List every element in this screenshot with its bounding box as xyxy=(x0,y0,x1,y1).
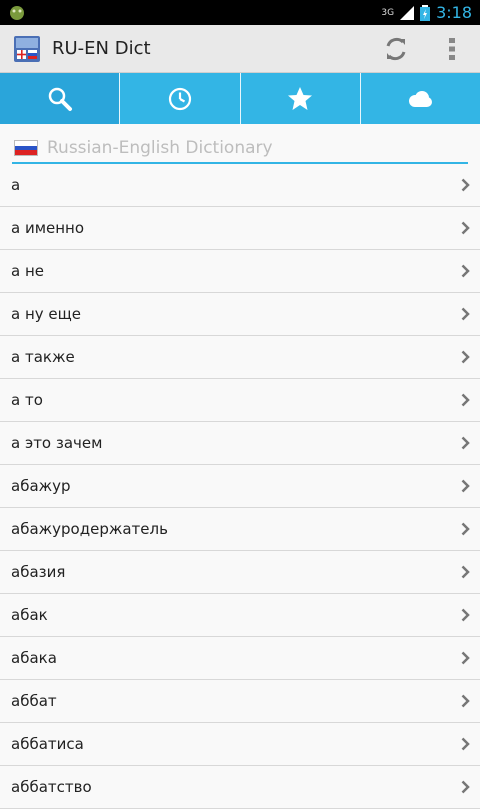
list-item-label: а это зачем xyxy=(11,434,103,452)
list-item-label: а именно xyxy=(11,219,85,237)
chevron-right-icon xyxy=(458,608,472,622)
tab-history[interactable] xyxy=(120,73,241,124)
list-item-label: а не xyxy=(11,262,44,280)
status-bar: 3G 3:18 xyxy=(0,0,480,25)
list-item[interactable]: абака xyxy=(0,637,480,680)
list-item-label: аббатство xyxy=(11,778,92,796)
clock-time: 3:18 xyxy=(436,3,472,22)
android-notification-icon xyxy=(10,5,24,20)
search-area xyxy=(0,124,480,164)
list-item[interactable]: аббатство xyxy=(0,766,480,809)
signal-icon xyxy=(400,5,415,20)
list-item[interactable]: абак xyxy=(0,594,480,637)
list-item[interactable]: а не xyxy=(0,250,480,293)
list-item[interactable]: а это зачем xyxy=(0,422,480,465)
list-item[interactable]: а также xyxy=(0,336,480,379)
chevron-right-icon xyxy=(458,522,472,536)
list-item[interactable]: абажур xyxy=(0,465,480,508)
chevron-right-icon xyxy=(458,780,472,794)
tab-bar xyxy=(0,73,480,124)
list-item[interactable]: а ну еще xyxy=(0,293,480,336)
refresh-button[interactable] xyxy=(368,25,424,73)
battery-icon xyxy=(420,4,431,21)
list-item[interactable]: а именно xyxy=(0,207,480,250)
chevron-right-icon xyxy=(458,393,472,407)
chevron-right-icon xyxy=(458,694,472,708)
app-title: RU-EN Dict xyxy=(52,38,151,59)
tab-favorites[interactable] xyxy=(241,73,361,124)
search-box xyxy=(12,134,468,164)
list-item[interactable]: а xyxy=(0,164,480,207)
chevron-right-icon xyxy=(458,737,472,751)
list-item-label: абазия xyxy=(11,563,66,581)
tab-cloud[interactable] xyxy=(361,73,480,124)
list-item-label: аббат xyxy=(11,692,57,710)
list-item[interactable]: абажуродержатель xyxy=(0,508,480,551)
list-item[interactable]: аббат xyxy=(0,680,480,723)
russian-flag-icon[interactable] xyxy=(14,140,38,156)
refresh-icon xyxy=(386,37,406,60)
list-item-label: абак xyxy=(11,606,48,624)
chevron-right-icon xyxy=(458,264,472,278)
list-item-label: абака xyxy=(11,649,57,667)
app-dictionary-icon[interactable] xyxy=(14,35,40,62)
clock-icon xyxy=(168,87,191,110)
search-icon xyxy=(48,87,72,111)
list-item-label: а также xyxy=(11,348,75,366)
list-item-label: а ну еще xyxy=(11,305,81,323)
chevron-right-icon xyxy=(458,436,472,450)
search-input[interactable] xyxy=(47,138,447,158)
chevron-right-icon xyxy=(458,307,472,321)
list-item[interactable]: а то xyxy=(0,379,480,422)
word-list: а а именно а не а ну еще а также а то а это за… xyxy=(0,164,480,809)
tab-search[interactable] xyxy=(0,73,121,124)
list-item-label: абажуродержатель xyxy=(11,520,168,538)
chevron-right-icon xyxy=(458,350,472,364)
list-item-label: аббатиса xyxy=(11,735,84,753)
list-item-label: а xyxy=(11,176,21,194)
overflow-menu-button[interactable] xyxy=(424,25,480,73)
overflow-menu-icon xyxy=(449,37,455,60)
list-item-label: а то xyxy=(11,391,43,409)
chevron-right-icon xyxy=(458,221,472,235)
chevron-right-icon xyxy=(458,565,472,579)
list-item-label: абажур xyxy=(11,477,71,495)
action-bar: RU-EN Dict xyxy=(0,25,480,73)
chevron-right-icon xyxy=(458,651,472,665)
network-type-label: 3G xyxy=(381,7,395,18)
list-item[interactable]: абазия xyxy=(0,551,480,594)
chevron-right-icon xyxy=(458,479,472,493)
list-item[interactable]: аббатиса xyxy=(0,723,480,766)
chevron-right-icon xyxy=(458,178,472,192)
star-icon xyxy=(288,86,313,110)
cloud-icon xyxy=(409,90,433,107)
